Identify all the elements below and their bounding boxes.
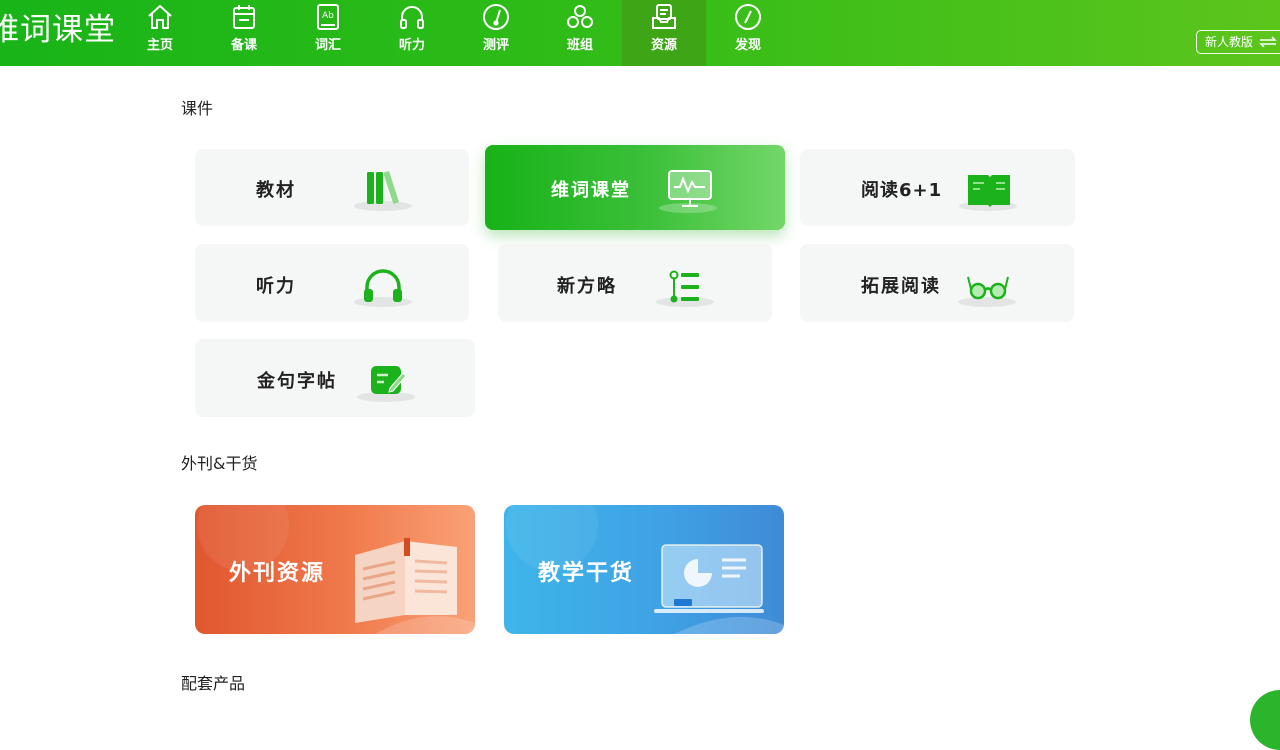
card-extended-reading[interactable]: 拓展阅读 — [800, 244, 1074, 322]
monitor-icon — [661, 165, 721, 215]
card-label: 金句字帖 — [257, 367, 337, 393]
headphones-icon — [353, 263, 413, 313]
card-label: 教材 — [256, 176, 296, 202]
book-ab-icon: Ab — [311, 0, 345, 34]
home-icon — [143, 0, 177, 34]
section-title-magazines: 外刊&干货 — [181, 450, 257, 474]
inbox-icon — [647, 0, 681, 34]
card-xinfanglue[interactable]: 新方略 — [498, 244, 772, 322]
svg-text:Ab: Ab — [322, 11, 334, 21]
textbook-switch-button[interactable]: 新人教版 — [1196, 30, 1280, 54]
gauge-icon — [479, 0, 513, 34]
nav-label: 测评 — [483, 39, 509, 53]
open-book-icon — [960, 167, 1020, 217]
nav-label: 听力 — [399, 39, 425, 53]
card-golden-sentences[interactable]: 金句字帖 — [195, 339, 475, 417]
section-title-courseware: 课件 — [181, 95, 213, 119]
card-foreign-magazines[interactable]: 外刊资源 — [195, 505, 475, 634]
calendar-icon — [227, 0, 261, 34]
promo-label: 外刊资源 — [229, 555, 325, 587]
card-weici-classroom[interactable]: 维词课堂 — [485, 145, 785, 230]
nav-item-listening[interactable]: 听力 — [370, 0, 454, 66]
nav-item-discover[interactable]: 发现 — [706, 0, 790, 66]
group-icon — [563, 0, 597, 34]
headphones-icon — [395, 0, 429, 34]
card-teaching-tips[interactable]: 教学干货 — [504, 505, 784, 634]
list-icon — [656, 263, 716, 313]
glasses-icon — [958, 263, 1018, 313]
card-label: 维词课堂 — [551, 176, 631, 202]
card-label: 听力 — [256, 272, 296, 298]
card-label: 新方略 — [557, 272, 617, 298]
nav-label: 主页 — [147, 39, 173, 53]
top-nav-bar: 维词课堂 主页 备课 Ab 词汇 听力 — [0, 0, 1280, 66]
nav-label: 资源 — [651, 39, 677, 53]
card-reading-6plus1[interactable]: 阅读6+1 — [800, 149, 1075, 226]
nav-item-home[interactable]: 主页 — [118, 0, 202, 66]
app-logo[interactable]: 维词课堂 — [0, 10, 116, 50]
nav-label: 词汇 — [315, 39, 341, 53]
main-nav: 主页 备课 Ab 词汇 听力 测评 — [118, 0, 790, 66]
nav-label: 发现 — [735, 39, 761, 53]
nav-item-vocabulary[interactable]: Ab 词汇 — [286, 0, 370, 66]
textbook-switch-label: 新人教版 — [1205, 31, 1253, 53]
card-textbook[interactable]: 教材 — [195, 149, 469, 226]
card-label: 拓展阅读 — [861, 272, 941, 298]
nav-item-assessment[interactable]: 测评 — [454, 0, 538, 66]
floating-action-button[interactable] — [1250, 690, 1280, 750]
card-label: 阅读6+1 — [861, 176, 942, 202]
promo-label: 教学干货 — [538, 555, 634, 587]
nav-item-prepare[interactable]: 备课 — [202, 0, 286, 66]
section-title-products: 配套产品 — [181, 670, 245, 694]
swap-arrows-icon — [1259, 36, 1277, 48]
nav-label: 备课 — [231, 39, 257, 53]
nav-label: 班组 — [567, 39, 593, 53]
compass-icon — [731, 0, 765, 34]
card-listening[interactable]: 听力 — [195, 244, 469, 322]
nav-item-resources[interactable]: 资源 — [622, 0, 706, 66]
books-icon — [355, 167, 415, 217]
notepad-pen-icon — [357, 358, 417, 408]
nav-item-class[interactable]: 班组 — [538, 0, 622, 66]
